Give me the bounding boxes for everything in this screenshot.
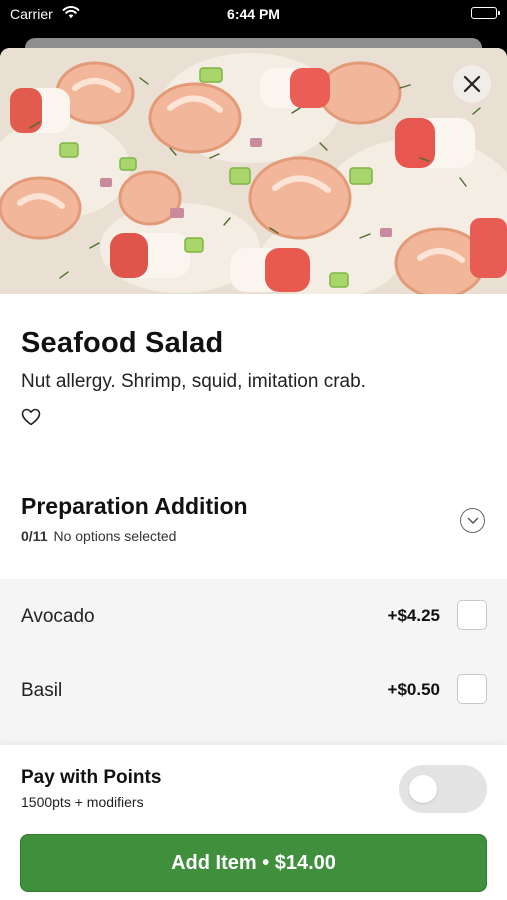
selection-status: No options selected bbox=[53, 528, 177, 544]
option-price: +$0.50 bbox=[387, 680, 440, 699]
pay-with-points-subtitle: 1500pts + modifiers bbox=[21, 794, 144, 810]
add-item-button[interactable]: Add Item • $14.00 bbox=[20, 834, 487, 892]
pay-with-points-toggle[interactable] bbox=[399, 765, 487, 813]
option-row-basil[interactable]: Basil +$0.50 bbox=[0, 653, 507, 727]
item-title: Seafood Salad bbox=[21, 327, 224, 359]
option-price: +$4.25 bbox=[387, 606, 440, 625]
option-name: Basil bbox=[21, 680, 63, 701]
item-description: Nut allergy. Shrimp, squid, imitation cr… bbox=[21, 371, 366, 392]
battery-icon bbox=[471, 7, 500, 19]
status-time: 6:44 PM bbox=[227, 6, 280, 22]
item-detail-sheet: Seafood Salad Nut allergy. Shrimp, squid… bbox=[0, 48, 507, 900]
toggle-knob bbox=[409, 775, 437, 803]
close-icon bbox=[463, 75, 481, 93]
options-list: Avocado +$4.25 Basil +$0.50 bbox=[0, 579, 507, 745]
heart-outline-icon bbox=[21, 408, 41, 426]
pay-with-points-title: Pay with Points bbox=[21, 767, 162, 788]
option-checkbox-basil[interactable] bbox=[457, 674, 487, 704]
modifier-group-status: 0/11 No options selected bbox=[21, 528, 176, 544]
status-bar: Carrier 6:44 PM bbox=[0, 0, 507, 30]
order-footer: Pay with Points 1500pts + modifiers Add … bbox=[0, 745, 507, 900]
modifier-group-title: Preparation Addition bbox=[21, 493, 248, 519]
option-row-avocado[interactable]: Avocado +$4.25 bbox=[0, 579, 507, 653]
chevron-down-icon bbox=[467, 517, 478, 524]
seafood-salad-photo bbox=[0, 48, 507, 294]
selected-count: 0/11 bbox=[21, 528, 48, 544]
expand-group-button[interactable] bbox=[460, 508, 485, 533]
favorite-button[interactable] bbox=[21, 408, 41, 426]
option-name: Avocado bbox=[21, 606, 95, 627]
close-button[interactable] bbox=[453, 65, 491, 103]
option-checkbox-avocado[interactable] bbox=[457, 600, 487, 630]
